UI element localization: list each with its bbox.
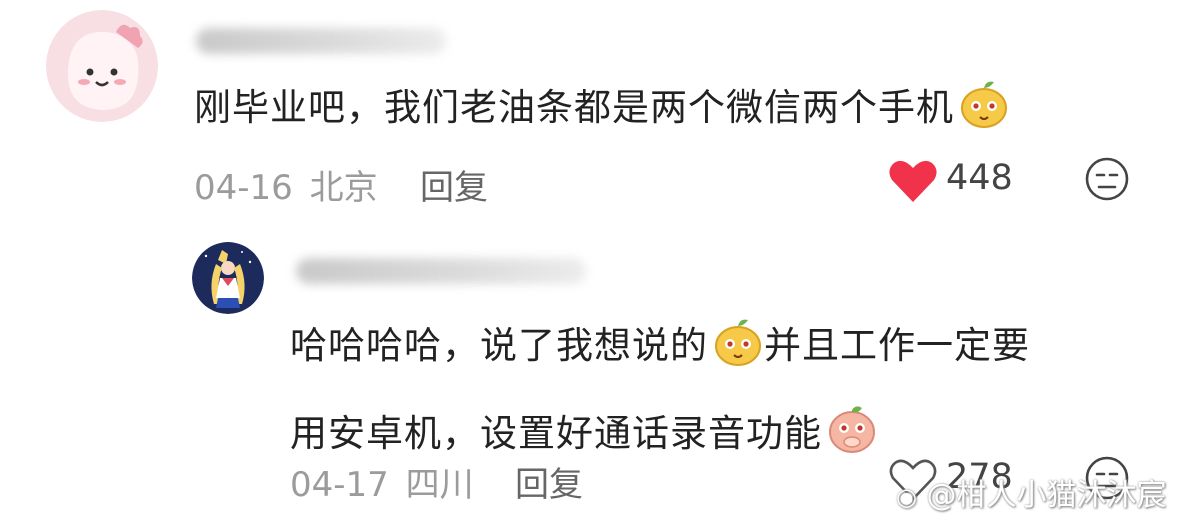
yellow-mango-emoji-icon [712, 318, 764, 382]
heart-filled-icon [889, 160, 937, 202]
reply-commenter-avatar[interactable] [192, 242, 264, 314]
comment-date: 04-16 [194, 168, 293, 208]
reply-comment-text: 哈哈哈哈，说了我想说的 并且工作一定要 用安卓机，设置好通话录音功能 [290, 318, 1030, 470]
meh-face-icon [1085, 157, 1129, 201]
reply-button[interactable]: 回复 [420, 160, 488, 209]
yellow-mango-emoji-icon [958, 80, 1010, 144]
reply-commenter-name-blurred[interactable] [296, 258, 586, 284]
anime-character-avatar-icon [192, 242, 264, 314]
reply-comment-meta: 04-17 四川 [290, 457, 474, 506]
like-button[interactable]: 448 [888, 156, 1028, 204]
commenter-name-blurred[interactable] [196, 28, 446, 54]
pink-thinking-emoji-icon [826, 404, 878, 470]
like-count: 448 [946, 158, 1013, 198]
comment-meta: 04-16 北京 [194, 160, 378, 209]
reply-comment-date: 04-17 [290, 465, 389, 505]
comment-location: 北京 [309, 168, 378, 208]
commenter-avatar[interactable] [46, 10, 158, 122]
watermark: ◉ @柑人小猫沐沐宸 [896, 478, 1167, 513]
comment-text: 刚毕业吧，我们老油条都是两个微信两个手机 [194, 80, 1010, 144]
reply-button-2[interactable]: 回复 [515, 457, 583, 506]
pink-cartoon-avatar-icon [46, 10, 158, 122]
dislike-button[interactable] [1084, 156, 1130, 206]
reply-comment-location: 四川 [405, 465, 474, 505]
weibo-logo-icon: ◉ [896, 483, 917, 511]
